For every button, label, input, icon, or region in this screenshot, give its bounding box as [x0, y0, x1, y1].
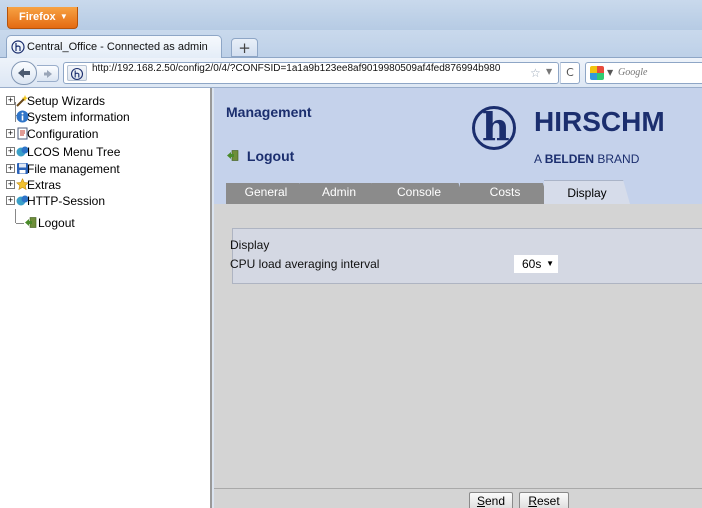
tree-item-label: HTTP-Session — [27, 194, 106, 208]
logout-icon — [25, 217, 37, 228]
tree-item-label: Extras — [27, 178, 62, 192]
expand-icon[interactable]: + — [6, 129, 15, 138]
settings-form: Display CPU load averaging interval 60s … — [214, 204, 702, 488]
tree-item-extras[interactable]: + Extras — [6, 177, 196, 193]
reset-button[interactable]: Reset — [519, 492, 569, 508]
expand-icon[interactable]: + — [6, 164, 15, 173]
tree-item-http-session[interactable]: + HTTP-Session — [6, 193, 196, 209]
navigation-tree: + Setup Wizards System information + Con… — [0, 88, 212, 508]
forward-button[interactable] — [37, 65, 59, 82]
reload-icon: C — [566, 66, 574, 79]
browser-window: Firefox ▼ Central_Office - Connected as … — [0, 0, 702, 508]
tab-admin[interactable]: Admin — [300, 183, 378, 204]
brand-tagline-bold: BELDEN — [544, 152, 595, 166]
hirschmann-favicon-icon — [70, 67, 84, 81]
reset-label-rest: eset — [536, 494, 560, 508]
expand-icon[interactable]: + — [6, 180, 15, 189]
navigation-bar: http://192.168.2.50/config2/0/4/?CONFSID… — [0, 58, 702, 88]
url-bar[interactable]: http://192.168.2.50/config2/0/4/?CONFSID… — [63, 62, 559, 84]
browser-tab-title: Central_Office - Connected as admin — [27, 41, 208, 53]
browser-tab-active[interactable]: Central_Office - Connected as admin — [6, 35, 222, 59]
page-title: Management — [226, 104, 312, 120]
chevron-down-icon: ▼ — [546, 259, 554, 268]
tree-item-label: System information — [27, 110, 130, 124]
star-icon[interactable]: ☆ — [530, 66, 541, 80]
search-engine-icon[interactable] — [590, 66, 604, 80]
tree-item-logout[interactable]: Logout — [6, 215, 196, 231]
send-label-rest: end — [484, 494, 506, 508]
title-bar: Firefox ▼ — [0, 0, 702, 30]
tab-console[interactable]: Console — [372, 183, 466, 204]
firefox-menu-label: Firefox — [19, 11, 56, 23]
brand-tagline-prefix: A — [534, 152, 545, 166]
chevron-down-icon[interactable]: ▼ — [607, 68, 613, 77]
tree-item-label: Logout — [38, 216, 75, 230]
search-input[interactable] — [618, 63, 698, 83]
cpu-load-interval-value: 60s — [522, 257, 542, 271]
tree-item-lcos-menu-tree[interactable]: + LCOS Menu Tree — [6, 144, 196, 160]
chevron-down-icon[interactable]: ▼ — [546, 67, 552, 76]
cpu-load-interval-select[interactable]: 60s ▼ — [514, 255, 558, 273]
content-pane: Management Logout h HIRSCHM A BELDEN BRA… — [214, 88, 702, 508]
logout-link[interactable]: Logout — [226, 148, 294, 164]
send-button[interactable]: Send — [469, 492, 513, 508]
forward-arrow-icon — [43, 70, 52, 78]
brand-tagline-suffix: BRAND — [594, 152, 640, 166]
firefox-menu-button[interactable]: Firefox ▼ — [7, 7, 78, 29]
tab-display[interactable]: Display — [544, 180, 630, 204]
display-fieldset — [232, 228, 702, 284]
page-header: Management Logout h HIRSCHM A BELDEN BRA… — [214, 88, 702, 204]
expand-icon[interactable]: + — [6, 147, 15, 156]
back-button[interactable] — [11, 61, 37, 85]
tab-costs[interactable]: Costs — [460, 183, 550, 204]
reload-button[interactable]: C — [560, 62, 580, 84]
tree-item-label: Configuration — [27, 127, 99, 141]
reset-mnemonic: R — [528, 494, 537, 508]
settings-tabs: General Admin Console Costs Display — [214, 180, 702, 204]
url-text: http://192.168.2.50/config2/0/4/?CONFSID… — [92, 63, 501, 74]
back-arrow-icon — [18, 68, 30, 78]
new-tab-button[interactable]: + — [231, 38, 258, 57]
cpu-load-interval-label: CPU load averaging interval — [230, 257, 380, 271]
tree-item-label: LCOS Menu Tree — [27, 145, 121, 159]
tree-item-file-management[interactable]: + File management — [6, 161, 196, 177]
tree-item-label: File management — [27, 162, 120, 176]
brand-name: HIRSCHM — [534, 106, 665, 137]
expand-icon[interactable]: + — [6, 96, 15, 105]
form-button-bar: Send Reset — [214, 488, 702, 508]
chevron-down-icon: ▼ — [57, 12, 68, 21]
tab-general[interactable]: General — [226, 183, 306, 204]
send-mnemonic: S — [476, 494, 485, 508]
tree-item-setup-wizards[interactable]: + Setup Wizards — [6, 93, 196, 109]
logout-link-label: Logout — [246, 148, 295, 164]
fieldset-legend: Display — [230, 238, 270, 252]
search-bar[interactable]: ▼ — [585, 62, 702, 84]
hirschmann-favicon-icon — [11, 40, 25, 54]
hirschmann-logo-letter: h — [482, 104, 510, 149]
site-identity-button[interactable] — [67, 65, 87, 81]
tree-item-label: Setup Wizards — [27, 94, 106, 108]
tab-strip: Central_Office - Connected as admin + — [0, 30, 702, 59]
logout-icon — [227, 150, 239, 161]
tree-item-configuration[interactable]: + Configuration — [6, 126, 196, 142]
brand-tagline: A BELDEN BRAND — [534, 152, 639, 166]
expand-icon[interactable]: + — [6, 196, 15, 205]
tree-item-system-information[interactable]: System information — [6, 109, 196, 125]
